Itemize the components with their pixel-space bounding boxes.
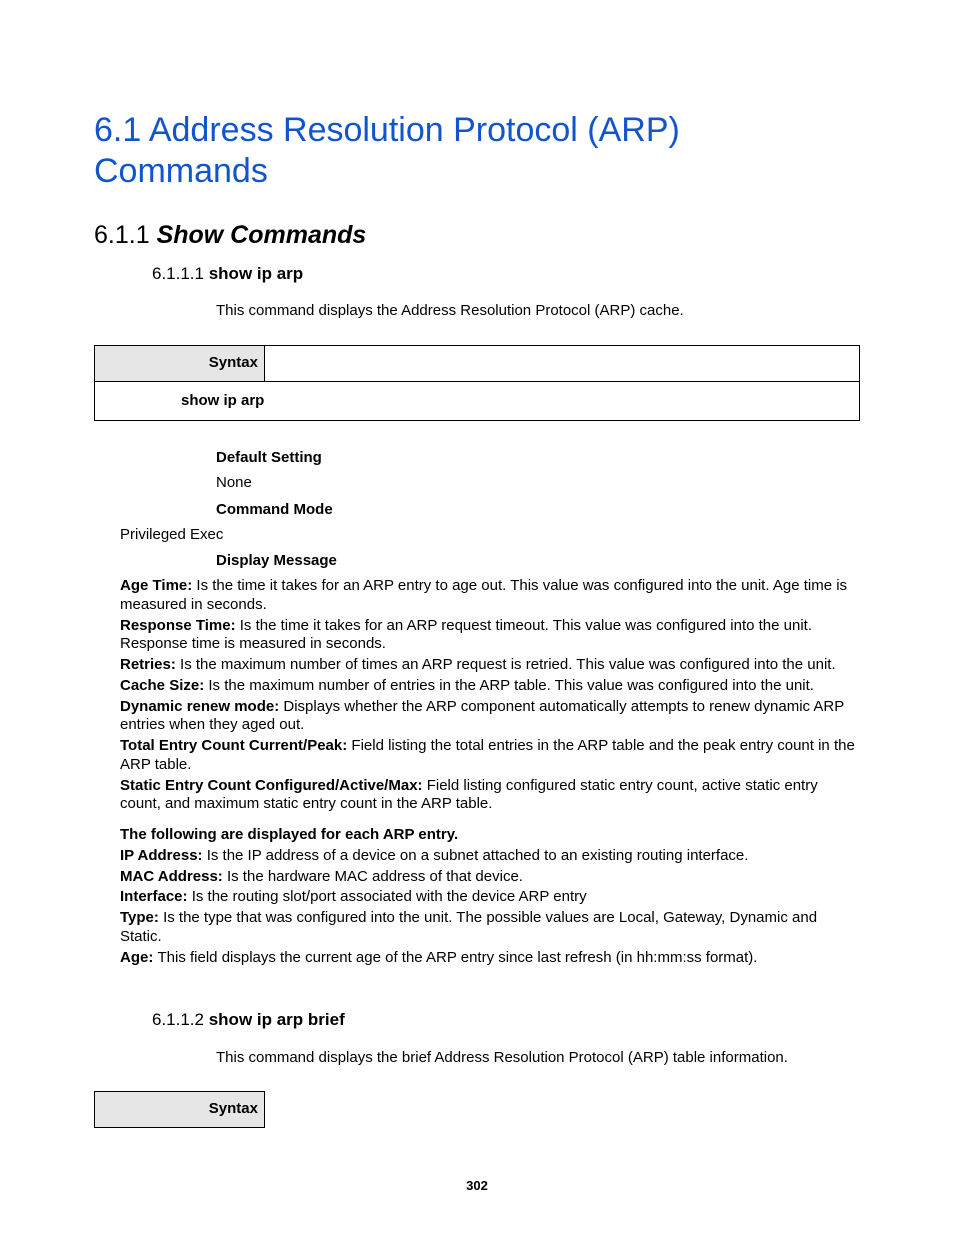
display-message-item: Dynamic renew mode: Displays whether the… [120,698,860,736]
display-message-item: Retries: Is the maximum number of times … [120,656,860,675]
per-entry-intro: The following are displayed for each ARP… [120,826,860,845]
syntax-label: Syntax [95,345,265,381]
syntax-table-1: Syntax show ip arp [94,345,860,422]
page-number: 302 [94,1178,860,1194]
entry-text: Is the IP address of a device on a subne… [207,847,749,864]
default-setting-value: None [216,474,860,493]
per-entry-item: Interface: Is the routing slot/port asso… [120,888,860,907]
entry-text: This field displays the current age of t… [158,949,758,966]
syntax-table-2: Syntax [94,1091,265,1128]
command-mode-label: Command Mode [216,501,860,520]
display-message-item: Response Time: Is the time it takes for … [120,617,860,655]
command-description-2: This command displays the brief Address … [216,1049,860,1068]
entry-text: Is the routing slot/port associated with… [192,888,587,905]
msg-term: Retries: [120,656,180,673]
command-description: This command displays the Address Resolu… [216,302,860,321]
subsection-title: Show Commands [157,221,367,249]
command-title: show ip arp [209,264,303,283]
entry-text: Is the type that was configured into the… [120,909,817,945]
subsection-number: 6.1.1 [94,221,157,249]
syntax-body: show ip arp [95,381,860,421]
entry-term: Interface: [120,888,192,905]
per-entry-item: IP Address: Is the IP address of a devic… [120,847,860,866]
per-entry-intro-text: The following are displayed for each ARP… [120,826,458,843]
msg-term: Age Time: [120,577,196,594]
msg-term: Total Entry Count Current/Peak: [120,737,351,754]
per-entry-item: MAC Address: Is the hardware MAC address… [120,868,860,887]
per-entry-item: Type: Is the type that was configured in… [120,909,860,947]
msg-term: Dynamic renew mode: [120,698,283,715]
syntax-command: show ip arp [181,392,853,411]
syntax-blank-cell [265,345,860,381]
msg-text: Is the time it takes for an ARP entry to… [120,577,847,613]
display-message-item: Total Entry Count Current/Peak: Field li… [120,737,860,775]
display-message-label: Display Message [216,552,860,571]
section-heading: 6.1 Address Resolution Protocol (ARP) Co… [94,110,860,192]
command-heading-2: 6.1.1.2 show ip arp brief [152,1009,860,1030]
msg-term: Static Entry Count Configured/Active/Max… [120,777,427,794]
display-message-item: Age Time: Is the time it takes for an AR… [120,577,860,615]
entry-term: IP Address: [120,847,207,864]
entry-term: Type: [120,909,163,926]
msg-term: Response Time: [120,617,240,634]
command-title: show ip arp brief [209,1010,345,1029]
msg-text: Is the maximum number of times an ARP re… [180,656,836,673]
command-number: 6.1.1.1 [152,264,209,283]
entry-text: Is the hardware MAC address of that devi… [227,868,523,885]
entry-term: Age: [120,949,158,966]
command-mode-value: Privileged Exec [120,526,860,545]
msg-text: Is the maximum number of entries in the … [208,677,814,694]
subsection-heading: 6.1.1 Show Commands [94,220,860,251]
display-message-item: Static Entry Count Configured/Active/Max… [120,777,860,815]
command-number: 6.1.1.2 [152,1010,209,1029]
entry-term: MAC Address: [120,868,227,885]
display-message-item: Cache Size: Is the maximum number of ent… [120,677,860,696]
command-heading-1: 6.1.1.1 show ip arp [152,263,860,284]
syntax-label-2: Syntax [95,1092,265,1128]
msg-term: Cache Size: [120,677,208,694]
per-entry-item: Age: This field displays the current age… [120,949,860,968]
default-setting-label: Default Setting [216,449,860,468]
